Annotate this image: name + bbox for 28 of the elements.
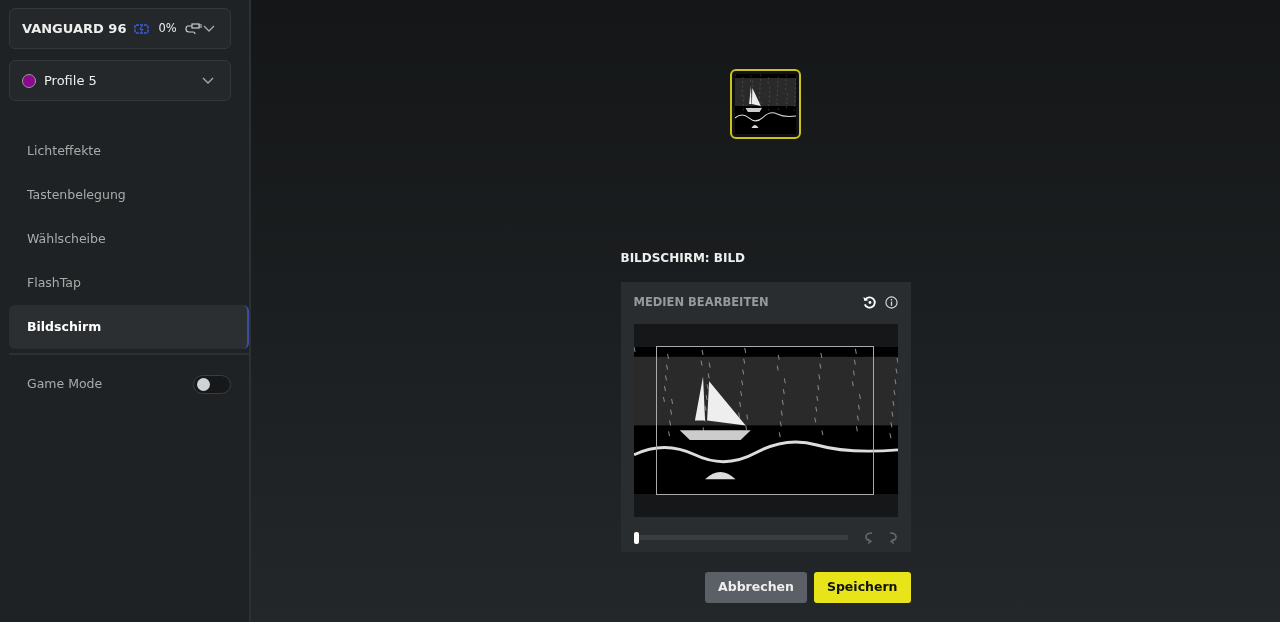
device-selector[interactable]: VANGUARD 96 0% (9, 8, 231, 49)
save-button[interactable]: Speichern (813, 572, 911, 604)
panel-title: MEDIEN BEARBEITEN (633, 294, 769, 311)
cancel-button[interactable]: Abbrechen (705, 572, 807, 604)
sailboat-thumbnail-drawing (735, 74, 796, 134)
cable-icon (184, 22, 203, 35)
battery-percentage: 0% (158, 19, 177, 37)
slider-thumb[interactable] (633, 531, 639, 544)
sidebar-item[interactable]: FlashTap (9, 261, 249, 305)
sidebar-item[interactable]: Lichteffekte (9, 129, 249, 173)
battery-icon (134, 23, 151, 34)
crop-frame[interactable] (655, 346, 874, 496)
game-mode-toggle[interactable] (193, 375, 231, 394)
image-crop-canvas[interactable] (633, 324, 898, 518)
section-title: BILDSCHIRM: BILD (620, 250, 747, 267)
chevron-down-icon (202, 25, 215, 32)
rotate-left-icon[interactable] (863, 531, 875, 545)
device-name: VANGUARD 96 (22, 19, 127, 38)
profile-selector[interactable]: Profile 5 (9, 60, 231, 101)
chevron-down-icon (202, 77, 214, 84)
sidebar-item[interactable]: Wählscheibe (9, 217, 249, 261)
sidebar-item[interactable]: Bildschirm (9, 305, 249, 349)
image-thumbnail[interactable] (730, 69, 801, 139)
profile-name: Profile 5 (44, 71, 97, 90)
sidebar-item[interactable]: Tastenbelegung (9, 173, 249, 217)
game-mode-label: Game Mode (27, 375, 103, 394)
reset-icon[interactable] (861, 295, 877, 311)
info-icon[interactable] (884, 296, 898, 310)
